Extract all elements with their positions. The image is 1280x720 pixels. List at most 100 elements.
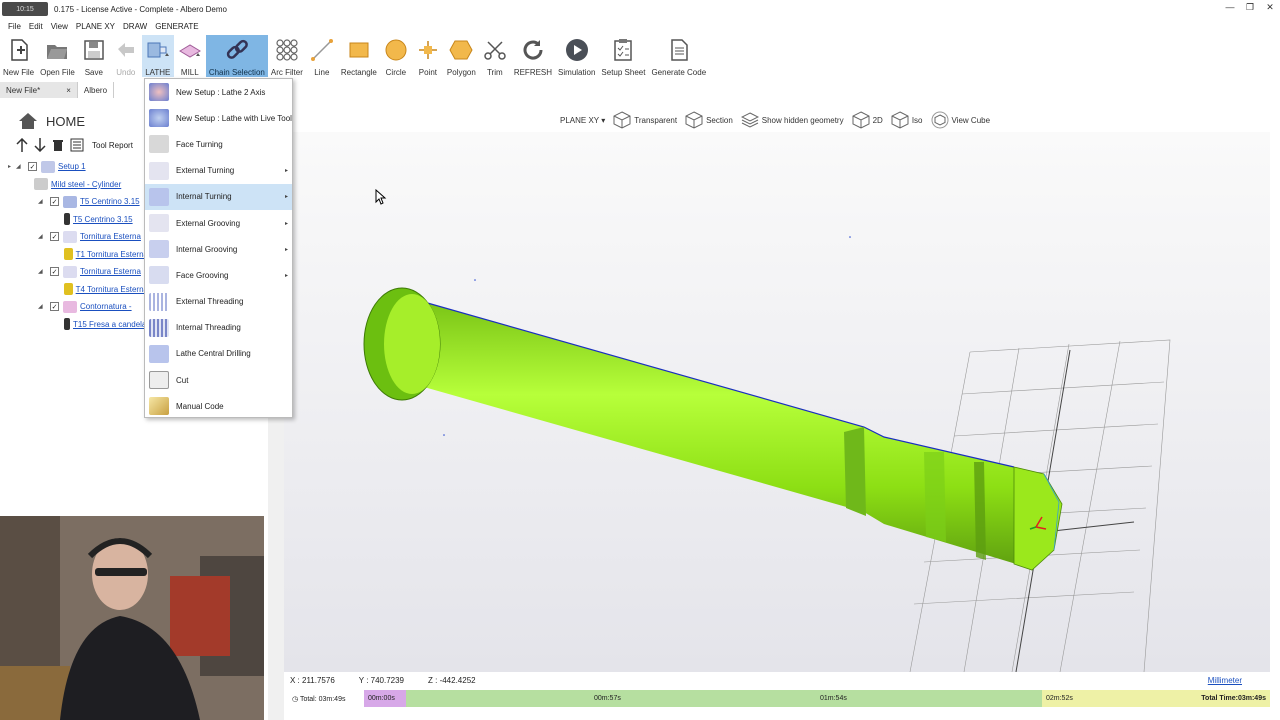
tree-item-label[interactable]: T5 Centrino 3.15 xyxy=(80,197,140,206)
plane-xy-dropdown[interactable]: PLANE XY ▾ xyxy=(560,116,605,125)
circle-button[interactable]: Circle xyxy=(380,35,412,77)
expand-icon[interactable]: ◢ xyxy=(38,233,46,240)
trash-icon[interactable] xyxy=(52,138,64,152)
tool-report-button[interactable]: Tool Report xyxy=(92,141,133,150)
tree-item-label[interactable]: Mild steel - Cylinder xyxy=(51,180,121,189)
timeline-segment-5[interactable]: 02m:52s Total Time:03m:49s xyxy=(1042,690,1270,707)
close-button[interactable]: ✕ xyxy=(1260,0,1280,14)
tree-item-label[interactable]: Setup 1 xyxy=(58,162,86,171)
simulation-timeline[interactable]: ◷ Total: 03m:49s 00m:00s 00m:57s 01m:54s… xyxy=(284,690,1270,707)
tree-row-tool[interactable]: T4 Tornitura Esterna xyxy=(8,281,148,299)
transparent-button[interactable]: Transparent xyxy=(613,111,677,129)
tree-row-tool[interactable]: T5 Centrino 3.15 xyxy=(8,211,148,229)
lathe-button[interactable]: LATHE xyxy=(141,35,174,77)
menu-item-internal-turning[interactable]: Internal Turning ▸ xyxy=(145,183,292,210)
polygon-button[interactable]: Polygon xyxy=(444,35,479,77)
expand-icon[interactable]: ◢ xyxy=(16,163,24,170)
menu-item-label: Manual Code xyxy=(176,401,224,411)
tree-item-label[interactable]: Tornitura Esterna xyxy=(80,232,141,241)
menu-view[interactable]: View xyxy=(51,22,68,31)
timeline-segment-3[interactable]: 00m:57s xyxy=(590,690,816,707)
menu-item-internal-grooving[interactable]: Internal Grooving ▸ xyxy=(145,236,292,262)
lathe-icon xyxy=(145,37,171,62)
setup-sheet-button[interactable]: Setup Sheet xyxy=(598,35,648,77)
new-file-button[interactable]: New File xyxy=(0,35,37,77)
tree-item-label[interactable]: T5 Centrino 3.15 xyxy=(73,215,133,224)
save-button[interactable]: Save xyxy=(78,35,110,77)
open-file-button[interactable]: Open File xyxy=(37,35,78,77)
mill-button[interactable]: MILL xyxy=(174,35,206,77)
home-header[interactable]: HOME xyxy=(18,112,85,130)
simulation-button[interactable]: Simulation xyxy=(555,35,598,77)
checkbox[interactable]: ✓ xyxy=(50,267,59,277)
timeline-segment-2[interactable] xyxy=(406,690,590,707)
tree-item-label[interactable]: Contornatura - xyxy=(80,302,132,311)
tree-row-operation[interactable]: ◢ ✓ Tornitura Esterna xyxy=(8,263,148,281)
tree-row-setup[interactable]: ▸ ◢ ✓ Setup 1 xyxy=(8,158,148,176)
checkbox[interactable]: ✓ xyxy=(50,197,59,207)
refresh-button[interactable]: REFRESH xyxy=(511,35,555,77)
tab-albero[interactable]: Albero xyxy=(77,82,115,98)
restore-button[interactable]: ❐ xyxy=(1240,0,1260,14)
tree-row-operation[interactable]: ◢ ✓ Contornatura - xyxy=(8,298,148,316)
iso-button[interactable]: Iso xyxy=(891,111,923,129)
timeline-segment-1[interactable]: 00m:00s xyxy=(364,690,406,707)
minimize-button[interactable]: — xyxy=(1220,0,1240,14)
menu-item-internal-threading[interactable]: Internal Threading xyxy=(145,315,292,341)
menu-item-new-setup-lathe-2-axis[interactable]: New Setup : Lathe 2 Axis xyxy=(145,79,292,105)
tab-new-file[interactable]: New File* × xyxy=(0,82,78,98)
collapse-icon[interactable]: ▸ xyxy=(8,163,16,170)
trim-button[interactable]: Trim xyxy=(479,35,511,77)
tree-item-label[interactable]: T15 Fresa a candela xyxy=(73,320,146,329)
tree-row-operation[interactable]: ◢ ✓ Tornitura Esterna xyxy=(8,228,148,246)
unit-selector[interactable]: Millimeter xyxy=(1208,676,1242,685)
menu-file[interactable]: File xyxy=(8,22,21,31)
timeline-segment-4[interactable]: 01m:54s xyxy=(816,690,1042,707)
rectangle-button[interactable]: Rectangle xyxy=(338,35,380,77)
submenu-arrow-icon: ▸ xyxy=(284,220,288,227)
view-cube-button[interactable]: View Cube xyxy=(931,111,990,129)
menu-plane-xy[interactable]: PLANE XY xyxy=(76,22,115,31)
expand-icon[interactable]: ◢ xyxy=(38,268,46,275)
menu-item-new-setup-lathe-live-tool[interactable]: New Setup : Lathe with Live Tool xyxy=(145,105,292,131)
tree-item-label[interactable]: T4 Tornitura Esterna xyxy=(76,285,148,294)
show-hidden-geometry-button[interactable]: Show hidden geometry xyxy=(740,111,844,129)
tree-item-label[interactable]: T1 Tornitura Esterna xyxy=(76,250,148,259)
checkbox[interactable]: ✓ xyxy=(50,302,59,312)
menu-item-face-grooving[interactable]: Face Grooving ▸ xyxy=(145,262,292,288)
menu-generate[interactable]: GENERATE xyxy=(155,22,198,31)
menu-item-external-grooving[interactable]: External Grooving ▸ xyxy=(145,210,292,236)
tree-item-label[interactable]: Tornitura Esterna xyxy=(80,267,141,276)
3d-viewport[interactable] xyxy=(284,132,1270,673)
menu-draw[interactable]: DRAW xyxy=(123,22,147,31)
arc-filter-button[interactable]: Arc Filter xyxy=(268,35,306,77)
tree-row-tool[interactable]: T15 Fresa a candela xyxy=(8,316,148,334)
point-button[interactable]: Point xyxy=(412,35,444,77)
menu-item-external-threading[interactable]: External Threading xyxy=(145,289,292,315)
checkbox[interactable]: ✓ xyxy=(50,232,59,242)
chain-selection-button[interactable]: Chain Selection xyxy=(205,35,268,77)
timeline-mark-2: 01m:54s xyxy=(820,695,847,702)
generate-code-button[interactable]: Generate Code xyxy=(648,35,709,77)
menu-item-manual-code[interactable]: Manual Code xyxy=(145,393,292,419)
checkbox[interactable]: ✓ xyxy=(28,162,37,172)
system-tray-icon[interactable]: 10:15 xyxy=(2,2,48,16)
expand-icon[interactable]: ◢ xyxy=(38,303,46,310)
view-2d-button[interactable]: 2D xyxy=(852,111,883,129)
tree-row-operation[interactable]: ◢ ✓ T5 Centrino 3.15 xyxy=(8,193,148,211)
section-button[interactable]: Section xyxy=(685,111,733,129)
line-button[interactable]: Line xyxy=(306,35,338,77)
tab-close-icon[interactable]: × xyxy=(66,86,71,95)
menu-item-external-turning[interactable]: External Turning ▸ xyxy=(145,158,292,184)
menu-item-lathe-central-drilling[interactable]: Lathe Central Drilling xyxy=(145,341,292,367)
expand-icon[interactable]: ◢ xyxy=(38,198,46,205)
move-down-icon[interactable] xyxy=(34,138,46,152)
menu-item-face-turning[interactable]: Face Turning xyxy=(145,131,292,157)
menu-edit[interactable]: Edit xyxy=(29,22,43,31)
tree-row-stock[interactable]: Mild steel - Cylinder xyxy=(8,176,148,194)
menu-item-cut[interactable]: Cut xyxy=(145,367,292,393)
undo-button[interactable]: Undo xyxy=(110,35,142,77)
move-up-icon[interactable] xyxy=(16,138,28,152)
tree-row-tool[interactable]: T1 Tornitura Esterna xyxy=(8,246,148,264)
tab-new-file-label: New File* xyxy=(6,85,41,95)
